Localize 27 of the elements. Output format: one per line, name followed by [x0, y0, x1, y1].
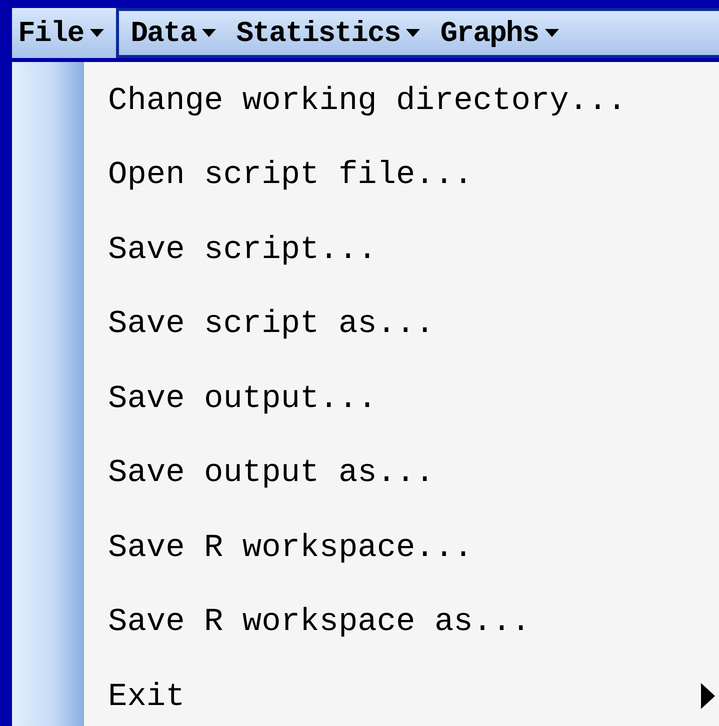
menu-item[interactable]: Save R workspace... [84, 510, 719, 584]
menu-bar-item[interactable]: Statistics [230, 16, 426, 50]
menu-item[interactable]: Save output... [84, 361, 719, 436]
menu-item-label: Change working directory... [108, 82, 626, 119]
menu-item[interactable]: Open script file... [84, 138, 719, 212]
menu-bar-item[interactable]: Data [124, 16, 222, 50]
caret-icon [202, 29, 216, 37]
caret-icon [544, 29, 559, 37]
submenu-arrow-icon [701, 683, 715, 710]
menu-item-label: Open script file... [108, 156, 473, 194]
menu-item-label: Exit [108, 678, 185, 715]
menu-item-label: Save script as... [108, 305, 434, 342]
menu-bar-item[interactable]: File [12, 8, 116, 58]
menu-item[interactable]: Save script as... [84, 286, 719, 361]
menu-item-label: Save output as... [108, 454, 434, 492]
menu-item[interactable]: Save R workspace as... [84, 584, 719, 659]
menu-item[interactable]: Save output as... [84, 436, 719, 510]
menu-item-label: Save script... [108, 230, 377, 268]
menu-item[interactable]: Change working directory... [84, 63, 719, 138]
menu-bar-item[interactable]: Graphs [434, 16, 565, 50]
caret-icon [90, 29, 104, 37]
caret-icon [406, 29, 420, 37]
menu-item[interactable]: Exit [84, 659, 719, 726]
menu-item-label: Save R workspace as... [108, 603, 530, 640]
menu-item[interactable]: Save script... [84, 212, 719, 286]
menu-item-label: Save output... [108, 380, 377, 417]
menu-item-label: Save R workspace... [108, 528, 473, 566]
